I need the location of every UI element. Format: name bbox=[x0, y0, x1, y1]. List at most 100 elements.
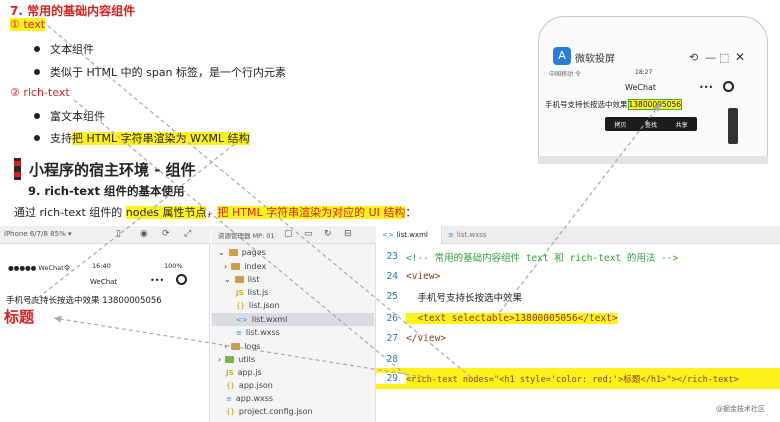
heading-bar-icon bbox=[14, 158, 21, 180]
side-button bbox=[728, 108, 738, 144]
wxss-file-icon: ≡ bbox=[448, 231, 454, 239]
folder-icon bbox=[225, 356, 235, 363]
tree-item-app-js[interactable]: JS app.js bbox=[226, 368, 262, 377]
tree-label: pages bbox=[241, 248, 266, 257]
code-line-29: 29 <rich-text nodes="<h1 style='color: r… bbox=[376, 368, 780, 389]
tree-item-list-wxss[interactable]: ≡ list.wxss bbox=[236, 328, 280, 337]
app-logo-icon: A bbox=[553, 47, 571, 65]
line-number: 24 bbox=[386, 271, 398, 282]
status-time: 18:27 bbox=[635, 69, 653, 76]
subheading: 9. rich-text 组件的基本使用 bbox=[28, 184, 185, 198]
capsule-close-icon[interactable] bbox=[723, 81, 734, 92]
wxml-file-icon: <> bbox=[236, 315, 248, 324]
mini-phone-number[interactable]: 13800005056 bbox=[627, 99, 682, 110]
tree-item-index[interactable]: › index bbox=[224, 262, 266, 271]
tree-item-pages[interactable]: ⌄ pages bbox=[218, 248, 266, 257]
tree-item-logs[interactable]: › logs bbox=[224, 342, 261, 351]
folder-icon bbox=[231, 343, 241, 350]
collapse-icon[interactable]: ⊟ bbox=[344, 229, 352, 239]
code-text: <text selectable>13800005056</text> bbox=[406, 313, 618, 324]
sim-title: WeChat bbox=[90, 278, 118, 286]
refresh-icon[interactable]: ↻ bbox=[324, 229, 332, 239]
item1-point1: 文本组件 bbox=[50, 43, 94, 56]
line-number: 28 bbox=[386, 354, 398, 365]
tab-list-wxml[interactable]: <> list.wxml bbox=[376, 226, 442, 244]
more-icon[interactable]: ••• bbox=[699, 83, 713, 92]
mini-content-label: 手机号支持长按选中效果 bbox=[545, 100, 628, 109]
tree-label: utils bbox=[238, 355, 256, 364]
tree-item-list-js[interactable]: JS list.js bbox=[236, 288, 268, 297]
json-file-icon: {} bbox=[226, 407, 235, 416]
item2-point2: 支持把 HTML 字符串渲染为 WXML 结构 bbox=[50, 130, 250, 146]
fullscreen-icon[interactable]: ⤢ bbox=[184, 229, 191, 239]
minimize-icon[interactable]: — bbox=[705, 51, 716, 64]
tree-item-app-json[interactable]: {} app.json bbox=[226, 381, 273, 390]
tree-item-project-config[interactable]: {} project.config.json bbox=[226, 407, 313, 416]
menu-copy[interactable]: 拷贝 bbox=[614, 120, 626, 129]
mini-phone-base bbox=[538, 156, 768, 164]
heading-block: 小程序的宿主环境 - 组件 bbox=[14, 158, 196, 180]
wxss-file-icon: ≡ bbox=[236, 328, 242, 337]
chevron-down-icon: ⌄ bbox=[218, 248, 225, 257]
tab-label: list.wxss bbox=[456, 231, 487, 239]
list-item: 富文本组件 bbox=[34, 108, 105, 124]
tree-label: list.wxss bbox=[245, 328, 280, 337]
folder-icon bbox=[228, 249, 238, 256]
js-file-icon: JS bbox=[226, 368, 234, 377]
new-file-icon[interactable]: ▢ bbox=[284, 229, 293, 239]
device-select[interactable]: iPhone 6/7/8 85% ▾ bbox=[4, 230, 71, 238]
item2-label: ② rich-text bbox=[10, 86, 70, 99]
item1-label-row: ① text bbox=[10, 18, 46, 31]
new-folder-icon[interactable]: ▭ bbox=[304, 229, 313, 239]
tree-item-list[interactable]: ⌄ list bbox=[224, 275, 259, 284]
line-number: 29 bbox=[376, 373, 406, 384]
tree-label: app.json bbox=[238, 381, 273, 390]
tree-item-utils[interactable]: › utils bbox=[218, 355, 255, 364]
chevron-right-icon: › bbox=[218, 355, 222, 364]
rotate-icon[interactable]: ⟳ bbox=[162, 229, 170, 239]
desc-highlight-1: nodes 属性节点 bbox=[125, 206, 207, 219]
chevron-right-icon: › bbox=[224, 342, 228, 351]
maximize-icon[interactable]: ⬚ bbox=[719, 51, 729, 64]
tree-label: list.wxml bbox=[251, 315, 288, 324]
item1-label: ① text bbox=[10, 18, 46, 31]
desc-mid: ， bbox=[206, 206, 218, 219]
item2-point1: 富文本组件 bbox=[50, 110, 105, 123]
list-item: 支持把 HTML 字符串渲染为 WXML 结构 bbox=[34, 130, 250, 146]
tree-item-list-wxml-selected[interactable]: <> list.wxml bbox=[212, 313, 374, 326]
phone-icon[interactable]: ▯ bbox=[116, 229, 121, 239]
rotate-icon[interactable]: ⟲ bbox=[689, 51, 698, 64]
menu-find[interactable]: 查找 bbox=[645, 120, 657, 129]
file-tree: ⌄ pages › index ⌄ list JS list.js {} list.jso… bbox=[212, 244, 376, 422]
line-number: 23 bbox=[386, 251, 398, 262]
close-icon[interactable]: ✕ bbox=[735, 50, 745, 64]
line-number: 26 bbox=[386, 313, 398, 324]
record-icon[interactable]: ◉ bbox=[140, 229, 148, 239]
bullet-icon bbox=[34, 69, 40, 75]
tree-item-list-json[interactable]: {} list.json bbox=[236, 301, 280, 310]
tree-item-app-wxss[interactable]: ≡ app.wxss bbox=[226, 394, 273, 403]
code-line-23: 23 <!-- 常用的基础内容组件 text 和 rich-text 的用法 -… bbox=[376, 246, 780, 267]
sim-capsule-icon[interactable] bbox=[176, 274, 187, 285]
item1-point2: 类似于 HTML 中的 span 标签，是一个行内元素 bbox=[50, 66, 287, 79]
tree-label: app.js bbox=[237, 368, 262, 377]
tree-label: project.config.json bbox=[238, 407, 313, 416]
code-line-26: 26 <text selectable>13800005056</text> bbox=[376, 308, 780, 329]
tree-label: list bbox=[247, 275, 260, 284]
sim-more-icon[interactable]: ••• bbox=[150, 276, 164, 285]
js-file-icon: JS bbox=[236, 288, 244, 297]
wxml-file-icon: <> bbox=[382, 231, 394, 239]
mini-content-text: 手机号支持长按选中效果13800005056 bbox=[545, 99, 682, 110]
tab-list-wxss[interactable]: ≡ list.wxss bbox=[442, 226, 508, 244]
status-left: 中国移动 令 bbox=[549, 71, 581, 78]
mini-title: WeChat bbox=[625, 83, 657, 92]
code-text: <rich-text nodes="<h1 style='color: red;… bbox=[406, 374, 739, 385]
page-heading: 小程序的宿主环境 - 组件 bbox=[29, 160, 196, 179]
sim-content-text: 手机号支持长按选中效果 13800005056 bbox=[6, 296, 162, 306]
list-item: 类似于 HTML 中的 span 标签，是一个行内元素 bbox=[34, 64, 286, 80]
menu-share[interactable]: 共享 bbox=[676, 120, 688, 129]
code-text: <view> bbox=[406, 271, 441, 282]
folder-icon bbox=[234, 276, 244, 283]
section-title: 7. 常用的基础内容组件 bbox=[10, 4, 136, 18]
code-line-25: 25 手机号支持长按选中效果 bbox=[376, 286, 780, 307]
